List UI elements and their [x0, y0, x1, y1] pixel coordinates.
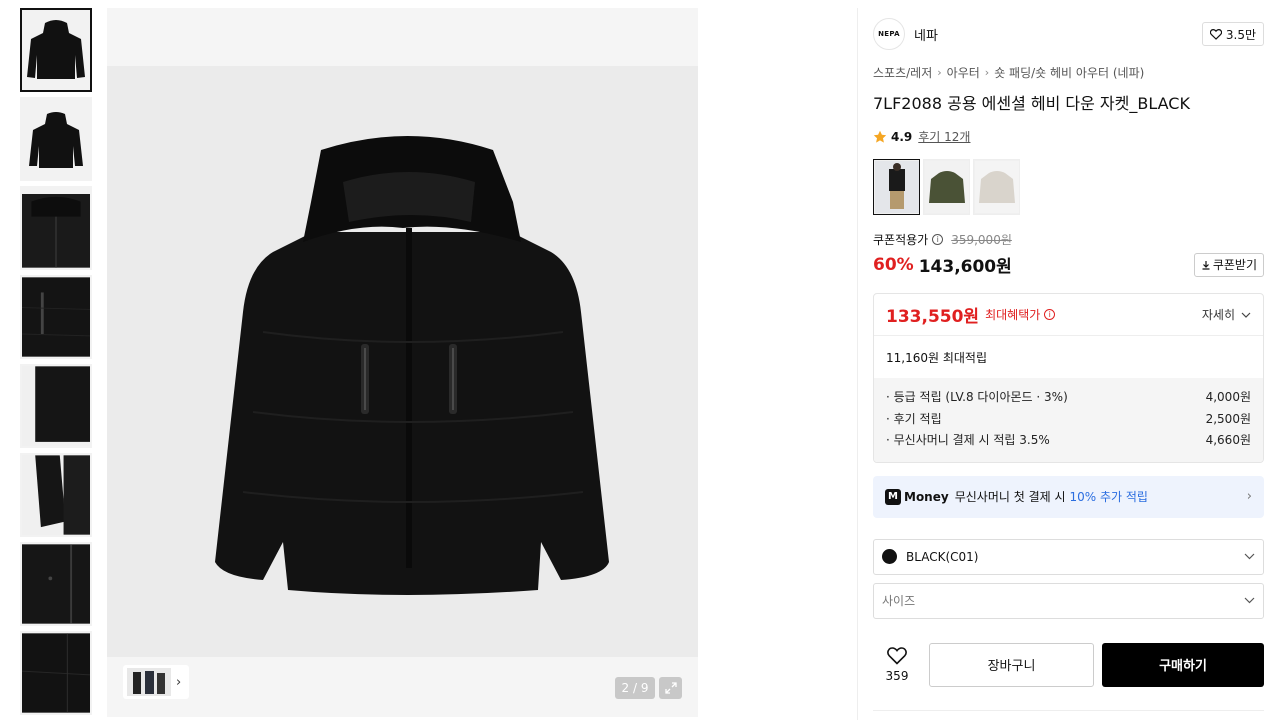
color-select-value: BLACK(C01)	[906, 549, 979, 564]
benefit-box: 133,550원 최대혜택가 i 자세히 11,160원 최대적립 · 등급 적…	[873, 293, 1264, 463]
heart-icon	[887, 646, 907, 665]
point-item: · 등급 적립 (LV.8 다이아몬드 · 3%) 4,000원	[886, 387, 1251, 409]
money-promo-banner[interactable]: M Money 무신사머니 첫 결제 시 10% 추가 적립 ›	[873, 475, 1264, 518]
sale-price: 143,600원	[918, 257, 1012, 277]
purchase-actions: 359 장바구니 구매하기	[873, 642, 1264, 687]
money-promo-highlight: 10% 추가 적립	[1069, 490, 1148, 504]
jacket-image	[214, 135, 609, 595]
brand-row: NEPA 네파 3.5만	[873, 18, 1264, 50]
chevron-down-icon	[1241, 312, 1251, 318]
expand-icon[interactable]	[659, 677, 682, 699]
money-logo-icon: M	[885, 488, 901, 505]
point-item-label: · 무신사머니 결제 시 적립 3.5%	[886, 433, 1050, 447]
thumbnail-front[interactable]	[20, 8, 92, 92]
color-select[interactable]: BLACK(C01)	[873, 538, 1264, 575]
buy-now-button[interactable]: 구매하기	[1102, 642, 1264, 687]
point-item-value: 2,500원	[1205, 411, 1251, 426]
detail-label: 자세히	[1201, 308, 1235, 322]
thumbnail-hem-detail[interactable]	[20, 631, 92, 715]
chevron-right-icon: ›	[984, 66, 990, 79]
color-swatch-ivory[interactable]	[973, 159, 1020, 215]
model-thumbnail	[127, 668, 171, 696]
point-item-value: 4,660원	[1205, 433, 1251, 447]
main-image-viewer: › 2 / 9	[107, 8, 698, 717]
original-price: 359,000원	[951, 233, 1012, 247]
chevron-down-icon	[1244, 597, 1255, 604]
chevron-right-icon: ›	[1246, 489, 1252, 504]
thumbnail-cuff-detail[interactable]	[20, 453, 92, 537]
breadcrumb-item[interactable]: 스포츠/레저	[873, 64, 932, 81]
breadcrumb-item[interactable]: 아우터	[947, 64, 980, 81]
wishlist-count: 359	[885, 668, 909, 683]
product-photo[interactable]	[107, 66, 698, 657]
info-icon[interactable]: i	[932, 234, 944, 245]
chevron-right-icon: ›	[937, 66, 942, 79]
rating-row: 4.9 후기 12개	[873, 128, 1264, 145]
star-icon	[873, 130, 887, 143]
coupon-download-label: 쿠폰받기	[1212, 258, 1257, 272]
coupon-price-label: 쿠폰적용가	[873, 233, 929, 247]
thumbnail-side-detail[interactable]	[20, 364, 92, 448]
color-swatches	[873, 159, 1264, 215]
divider	[873, 710, 1264, 711]
money-promo-text: 무신사머니 첫 결제 시	[954, 490, 1066, 504]
money-brand: Money	[904, 489, 949, 504]
rating-score: 4.9	[891, 129, 913, 144]
download-icon	[1202, 260, 1210, 270]
wishlist-button[interactable]: 359	[873, 646, 921, 683]
divider	[857, 8, 858, 720]
add-to-cart-button[interactable]: 장바구니	[929, 642, 1094, 687]
coupon-download-button[interactable]: 쿠폰받기	[1193, 252, 1264, 277]
image-pager: 2 / 9	[615, 677, 655, 699]
size-select[interactable]: 사이즈	[873, 582, 1264, 619]
heart-icon	[1209, 28, 1222, 40]
color-swatch-black[interactable]	[873, 159, 920, 215]
point-breakdown: · 등급 적립 (LV.8 다이아몬드 · 3%) 4,000원 · 후기 적립…	[874, 378, 1263, 462]
product-title: 7LF2088 공용 에센셜 헤비 다운 자켓_BLACK	[873, 94, 1190, 113]
brand-name[interactable]: 네파	[914, 25, 938, 44]
review-link[interactable]: 후기 12개	[918, 128, 970, 145]
max-points: 11,160원 최대적립	[886, 350, 988, 365]
thumbnail-collar-detail[interactable]	[20, 186, 92, 270]
point-item: · 무신사머니 결제 시 적립 3.5% 4,660원	[886, 430, 1251, 452]
brand-logo[interactable]: NEPA	[873, 18, 905, 50]
max-benefit-price: 133,550원	[886, 307, 980, 327]
discount-rate: 60%	[873, 254, 914, 275]
size-select-placeholder: 사이즈	[882, 594, 916, 608]
point-item-label: · 후기 적립	[886, 411, 942, 426]
thumbnail-pocket-detail[interactable]	[20, 542, 92, 626]
breadcrumb-item[interactable]: 숏 패딩/숏 헤비 아우터 (네파)	[994, 64, 1144, 81]
color-dot-icon	[882, 549, 897, 564]
thumbnail-list	[20, 8, 92, 720]
brand-like-button[interactable]: 3.5만	[1201, 22, 1264, 46]
chevron-down-icon	[1244, 553, 1255, 560]
max-benefit-label: 최대혜택가	[985, 308, 1041, 322]
brand-like-count: 3.5만	[1225, 27, 1256, 42]
point-item-label: · 등급 적립 (LV.8 다이아몬드 · 3%)	[886, 390, 1068, 404]
point-item: · 후기 적립 2,500원	[886, 409, 1251, 431]
price-row: 60% 143,600원 쿠폰받기	[873, 252, 1264, 277]
model-image-strip[interactable]: ›	[123, 665, 189, 699]
coupon-price-label-row: 쿠폰적용가 i 359,000원	[873, 231, 1264, 248]
benefit-detail-toggle[interactable]: 자세히	[1202, 306, 1251, 323]
thumbnail-back[interactable]	[20, 97, 92, 181]
product-info-panel: NEPA 네파 3.5만 스포츠/레저 › 아우터 › 숏 패딩/숏 헤비 아우…	[873, 18, 1264, 687]
info-icon[interactable]: i	[1044, 309, 1056, 320]
thumbnail-zipper-detail[interactable]	[20, 275, 92, 359]
breadcrumb: 스포츠/레저 › 아우터 › 숏 패딩/숏 헤비 아우터 (네파)	[873, 64, 1264, 81]
max-benefit-row: 133,550원 최대혜택가 i 자세히	[874, 294, 1263, 336]
color-swatch-khaki[interactable]	[923, 159, 970, 215]
chevron-right-icon: ›	[176, 674, 182, 690]
point-item-value: 4,000원	[1205, 390, 1251, 404]
